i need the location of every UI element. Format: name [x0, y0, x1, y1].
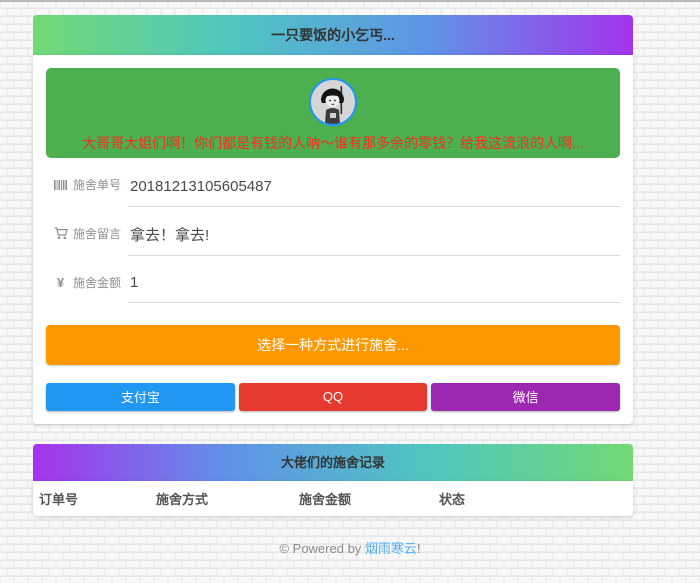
message-input[interactable] [130, 226, 620, 243]
amount-input[interactable] [130, 274, 620, 291]
choose-method-button[interactable]: 选择一种方式进行施舍... [46, 325, 620, 365]
message-label: 施舍留言 [73, 225, 121, 242]
window-top-edge [0, 0, 700, 2]
donation-panel: 一只要饭的小乞丐... [33, 15, 633, 424]
barcode-icon [53, 179, 68, 191]
beggar-avatar-icon [309, 78, 357, 126]
amount-field-row: ¥ 施舍金额 [46, 256, 620, 303]
message-field-row: 施舍留言 [46, 207, 620, 256]
yen-icon: ¥ [53, 275, 68, 290]
cart-icon [53, 227, 68, 240]
footer-suffix: ! [417, 541, 421, 556]
wechat-pay-button[interactable]: 微信 [431, 383, 620, 411]
column-status: 状态 [433, 489, 633, 508]
order-number-label: 施舍单号 [73, 176, 121, 193]
donation-panel-body: 大哥哥大姐们啊！你们都是有钱的人呐～谁有那多余的零钱？给我这流浪的人啊... [33, 55, 633, 424]
column-method: 施舍方式 [150, 489, 293, 508]
main-container: 一只要饭的小乞丐... [33, 15, 633, 516]
records-title: 大佬们的施舍记录 [33, 444, 633, 481]
qq-pay-button[interactable]: QQ [239, 383, 428, 411]
footer: © Powered by 烟雨寒云! [0, 538, 700, 557]
beg-message-text: 大哥哥大姐们啊！你们都是有钱的人呐～谁有那多余的零钱？给我这流浪的人啊... [46, 133, 620, 153]
records-panel: 大佬们的施舍记录 订单号 施舍方式 施舍金额 状态 [33, 444, 633, 516]
column-order-id: 订单号 [33, 489, 150, 508]
records-table-header: 订单号 施舍方式 施舍金额 状态 [33, 481, 633, 516]
footer-author-link[interactable]: 烟雨寒云 [365, 541, 417, 556]
order-number-field-row: 施舍单号 [46, 158, 620, 207]
payment-methods-row: 支付宝 QQ 微信 [46, 383, 620, 411]
page-title: 一只要饭的小乞丐... [33, 15, 633, 55]
column-amount: 施舍金额 [293, 489, 433, 508]
alipay-button[interactable]: 支付宝 [46, 383, 235, 411]
footer-text: © Powered by [279, 541, 364, 556]
order-number-input[interactable] [130, 178, 620, 195]
amount-label: 施舍金额 [73, 274, 121, 291]
beg-message-card: 大哥哥大姐们啊！你们都是有钱的人呐～谁有那多余的零钱？给我这流浪的人啊... [46, 68, 620, 158]
